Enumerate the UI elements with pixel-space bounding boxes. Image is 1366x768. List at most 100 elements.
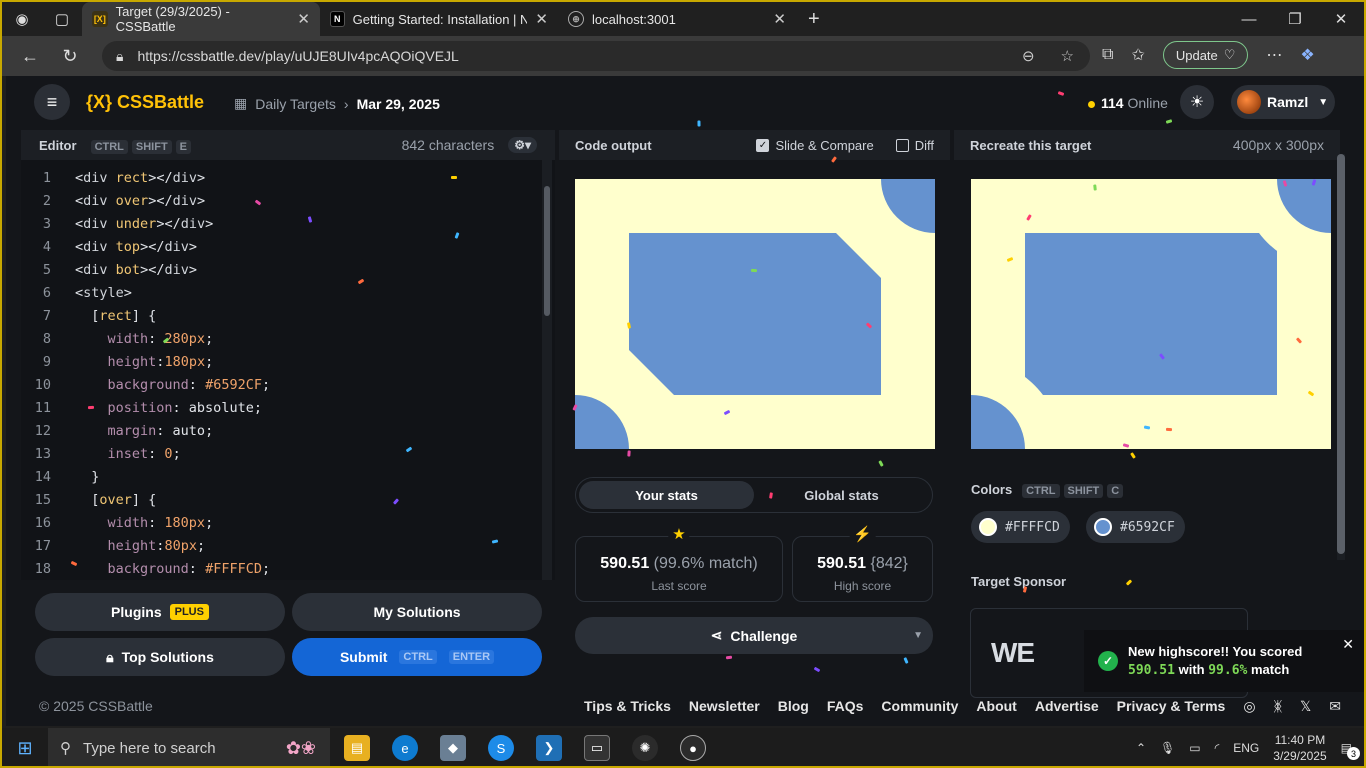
- cssbattle-logo[interactable]: {X} CSSBattle: [86, 92, 204, 113]
- code-output-canvas[interactable]: [575, 179, 935, 449]
- copilot-icon[interactable]: ❖: [1300, 45, 1314, 65]
- target-canvas: [971, 179, 1331, 449]
- code-line: 16 width: 180px;: [21, 511, 213, 534]
- your-stats-tab[interactable]: Your stats: [579, 481, 754, 509]
- favorites-icon[interactable]: ✩: [1131, 45, 1144, 65]
- checkbox-empty-icon[interactable]: [895, 138, 909, 152]
- color-hex: #FFFFCD: [1005, 519, 1060, 535]
- extensions-icon[interactable]: ⧉: [1102, 46, 1113, 64]
- close-tab-icon[interactable]: ✕: [535, 10, 548, 28]
- chevron-up-icon[interactable]: ⌃: [1136, 741, 1146, 755]
- footer-link-privacy[interactable]: Privacy & Terms: [1117, 698, 1226, 715]
- nextjs-favicon-icon: N: [330, 11, 345, 27]
- colors-section-title: Colors CTRL SHIFT C: [971, 482, 1124, 498]
- profile-avatar-icon[interactable]: ◉: [2, 2, 42, 36]
- windows-taskbar: ⊞ ⚲ Type here to search ✿❀ ▤ e ◆ S ❯ ▭ ✺…: [2, 728, 1364, 766]
- top-solutions-button[interactable]: 🔒︎ Top Solutions: [35, 638, 285, 676]
- diff-label: Diff: [914, 137, 934, 153]
- target-header: Recreate this target 400px x 300px: [954, 130, 1340, 160]
- submit-button[interactable]: Submit CTRL ENTER: [292, 638, 542, 676]
- online-dot-icon: [1088, 100, 1095, 108]
- footer-link-blog[interactable]: Blog: [778, 698, 809, 715]
- footer-link-faqs[interactable]: FAQs: [827, 698, 864, 715]
- refresh-icon[interactable]: ↻: [50, 46, 90, 67]
- kbd: CTRL: [399, 650, 437, 664]
- close-toast-icon[interactable]: ✕: [1342, 636, 1354, 653]
- confetti-piece: [1093, 184, 1097, 191]
- theme-toggle-sun-icon[interactable]: ☀: [1180, 85, 1214, 119]
- footer-link-about[interactable]: About: [976, 698, 1016, 715]
- browser-tab-strip: ◉ ▢ [X] Target (29/3/2025) - CSSBattle ✕…: [2, 2, 1364, 36]
- recorder-icon[interactable]: ●: [680, 735, 706, 761]
- wifi-icon[interactable]: ◜: [1215, 741, 1220, 755]
- user-menu-button[interactable]: Ramzl ▼: [1231, 85, 1335, 119]
- global-stats-tab[interactable]: Global stats: [754, 481, 929, 509]
- output-drawing: [575, 179, 935, 449]
- code-editor[interactable]: 1 <div rect></div> 2 <div over></div> 3 <div …: [21, 160, 555, 580]
- more-menu-icon[interactable]: ⋯: [1266, 45, 1282, 65]
- checkbox-checked-icon[interactable]: ✓: [756, 138, 770, 152]
- color-chip-ffffcd[interactable]: #FFFFCD: [971, 511, 1070, 543]
- chevron-down-icon[interactable]: ▼: [913, 630, 923, 641]
- sponsor-logo: WE: [991, 637, 1035, 668]
- app-icon[interactable]: ◆: [440, 735, 466, 761]
- plugins-button[interactable]: Plugins PLUS: [35, 593, 285, 631]
- taskbar-search[interactable]: ⚲ Type here to search ✿❀: [48, 728, 330, 766]
- slide-compare-toggle[interactable]: ✓ Slide & Compare: [756, 137, 874, 153]
- tab-actions-icon[interactable]: ▢: [42, 2, 82, 36]
- skype-icon[interactable]: S: [488, 735, 514, 761]
- close-window-icon[interactable]: ✕: [1318, 2, 1364, 36]
- tab-nextjs[interactable]: N Getting Started: Installation | Next ✕: [320, 2, 558, 36]
- notifications-icon[interactable]: ▤ 3: [1341, 741, 1360, 760]
- color-chip-6592cf[interactable]: #6592CF: [1086, 511, 1185, 543]
- hamburger-menu-button[interactable]: ≡: [34, 84, 70, 120]
- windows-start-icon[interactable]: ⊞: [2, 738, 48, 759]
- line-number: 12: [34, 422, 51, 439]
- close-tab-icon[interactable]: ✕: [773, 10, 786, 28]
- minimize-icon[interactable]: —: [1226, 2, 1272, 36]
- footer-link-newsletter[interactable]: Newsletter: [689, 698, 760, 715]
- footer-link-advertise[interactable]: Advertise: [1035, 698, 1099, 715]
- scroll-thumb[interactable]: [1337, 154, 1345, 554]
- output-header: Code output ✓ Slide & Compare Diff: [559, 130, 950, 160]
- x-twitter-icon[interactable]: 𝕏: [1300, 698, 1311, 715]
- language-indicator[interactable]: ENG: [1233, 741, 1259, 755]
- scroll-thumb[interactable]: [544, 186, 550, 316]
- restore-icon[interactable]: ❐: [1272, 2, 1318, 36]
- favorite-star-icon[interactable]: ☆: [1061, 47, 1074, 65]
- file-explorer-icon[interactable]: ▤: [344, 735, 370, 761]
- slide-compare-label: Slide & Compare: [775, 137, 874, 153]
- my-solutions-button[interactable]: My Solutions: [292, 593, 542, 631]
- challenge-button[interactable]: ⋖ Challenge ▼: [575, 617, 933, 654]
- terminal-icon[interactable]: ▭: [584, 735, 610, 761]
- tab-cssbattle[interactable]: [X] Target (29/3/2025) - CSSBattle ✕: [82, 2, 320, 36]
- back-icon[interactable]: ←: [10, 46, 50, 67]
- breadcrumb-daily-targets[interactable]: Daily Targets: [255, 96, 336, 112]
- footer-link-tips[interactable]: Tips & Tricks: [584, 698, 671, 715]
- diff-toggle[interactable]: Diff: [895, 137, 934, 153]
- footer-link-community[interactable]: Community: [881, 698, 958, 715]
- url-text: https://cssbattle.dev/play/uUJE8UIv4pcAQ…: [137, 48, 459, 64]
- code-line: 3 <div under></div>: [21, 212, 213, 235]
- clock[interactable]: 11:40 PM 3/29/2025: [1273, 732, 1326, 764]
- chatgpt-icon[interactable]: ✺: [632, 735, 658, 761]
- right-scrollbar[interactable]: [1337, 154, 1345, 560]
- address-bar[interactable]: 🔒︎ https://cssbattle.dev/play/uUJE8UIv4p…: [102, 41, 1090, 71]
- globe-icon: ⊕: [568, 11, 584, 27]
- microphone-icon[interactable]: 🎙︎: [1160, 741, 1175, 755]
- tab-localhost[interactable]: ⊕ localhost:3001 ✕: [558, 2, 796, 36]
- update-button[interactable]: Update ♡: [1162, 41, 1249, 69]
- battery-icon[interactable]: ▭: [1189, 741, 1200, 755]
- vscode-icon[interactable]: ❯: [536, 735, 562, 761]
- close-tab-icon[interactable]: ✕: [297, 10, 310, 28]
- editor-scrollbar[interactable]: [542, 160, 552, 580]
- bluesky-icon[interactable]: ᛤ: [1274, 698, 1282, 715]
- last-score-card: ★ 590.51 (99.6% match) Last score: [575, 525, 783, 602]
- zoom-icon[interactable]: ⊖: [1022, 47, 1035, 65]
- new-tab-icon[interactable]: +: [808, 8, 820, 31]
- discord-icon[interactable]: ◎: [1243, 698, 1255, 715]
- mail-icon[interactable]: ✉: [1329, 698, 1341, 715]
- high-score-value: 590.51: [817, 555, 867, 572]
- edge-icon[interactable]: e: [392, 735, 418, 761]
- editor-settings-gear-icon[interactable]: ⚙▾: [508, 137, 537, 153]
